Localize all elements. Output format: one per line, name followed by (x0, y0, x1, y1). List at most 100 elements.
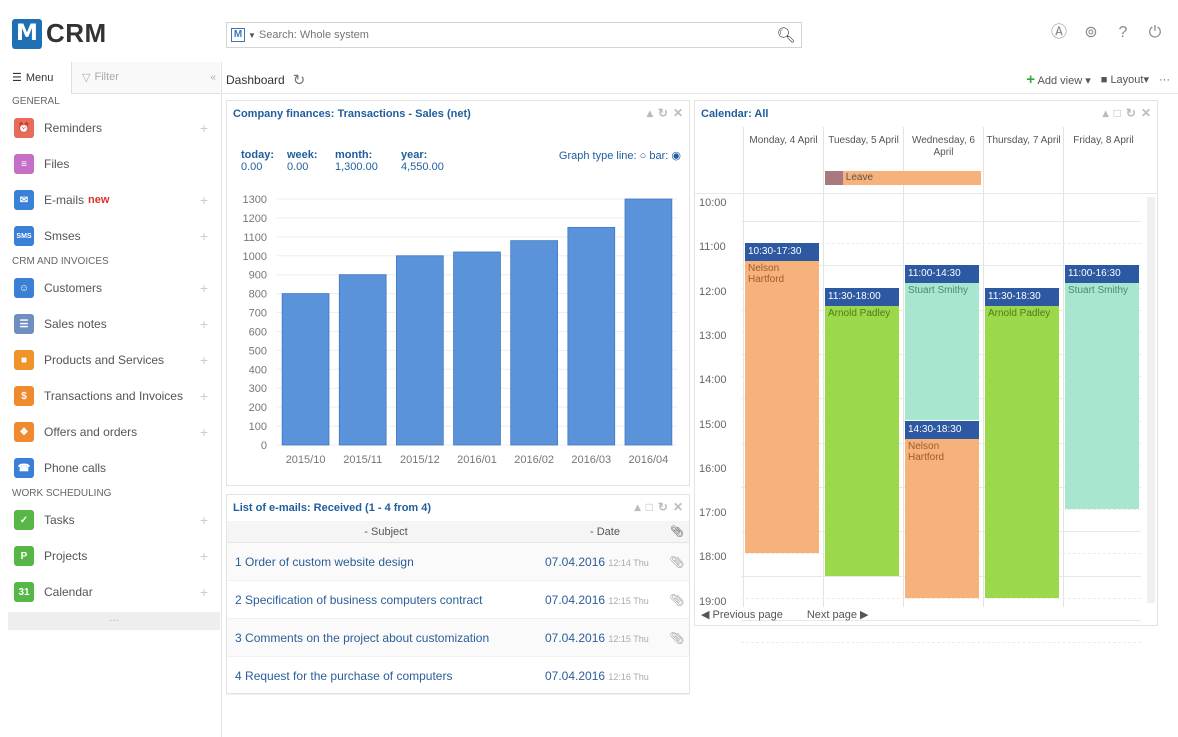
layout-button[interactable]: ■ Layout▾ (1101, 73, 1149, 86)
add-icon[interactable]: + (200, 316, 208, 332)
add-icon[interactable]: + (200, 512, 208, 528)
user-circle-icon[interactable]: Ⓐ (1050, 24, 1068, 42)
add-icon[interactable]: + (200, 120, 208, 136)
bar[interactable] (624, 198, 673, 446)
help-icon[interactable]: ? (1114, 24, 1132, 42)
power-icon[interactable]: ⏻ (1146, 24, 1164, 42)
sidebar-item-customers[interactable]: ☺ Customers + (8, 270, 220, 306)
day-header[interactable]: Thursday, 7 April (983, 127, 1063, 193)
email-row[interactable]: 2 Specification of business computers co… (227, 581, 689, 619)
bar[interactable] (510, 240, 558, 446)
calendar-event[interactable]: 11:00-14:30 Stuart Smithy (905, 265, 979, 421)
sidebar-item-transactions-and-invoices[interactable]: $ Transactions and Invoices + (8, 378, 220, 414)
bar[interactable] (338, 274, 387, 446)
calendar-event[interactable]: 11:30-18:30 Arnold Padley (985, 287, 1059, 598)
settings-circle-icon[interactable]: ⊚ (1082, 24, 1100, 42)
sidebar-item-sales-notes[interactable]: ☰ Sales notes + (8, 306, 220, 342)
email-row[interactable]: 4 Request for the purchase of computers 0… (227, 657, 689, 695)
search-input[interactable] (258, 29, 771, 41)
sidebar-item-calendar[interactable]: 31 Calendar + (8, 574, 220, 610)
chevron-down-icon[interactable]: ▼ (248, 31, 256, 40)
y-tick-label: 700 (249, 308, 267, 320)
calendar-event[interactable]: 10:30-17:30 Nelson Hartford (745, 243, 819, 554)
menu-tab[interactable]: ☰ Menu (8, 61, 72, 94)
search-scope-icon[interactable]: M (231, 28, 245, 42)
email-time: 12:15 Thu (608, 633, 649, 644)
sidebar-item-reminders[interactable]: ⏰ Reminders + (8, 110, 220, 146)
sidebar-item-tasks[interactable]: ✓ Tasks + (8, 502, 220, 538)
calendar-event[interactable]: 11:30-18:00 Arnold Padley (825, 287, 899, 576)
y-tick-label: 0 (261, 440, 267, 452)
close-icon[interactable]: ✕ (1141, 106, 1151, 120)
y-tick-label: 200 (249, 402, 267, 414)
sidebar-item-projects[interactable]: P Projects + (8, 538, 220, 574)
col-subject[interactable]: - Subject (227, 526, 545, 538)
paperclip-icon[interactable]: 📎︎ (665, 555, 689, 569)
sidebar-item-label: Projects (44, 549, 88, 563)
bar[interactable] (396, 255, 444, 446)
calendar-event[interactable]: 14:30-18:30 Nelson Hartford (905, 420, 979, 598)
radio-bar[interactable]: ◉ (671, 150, 681, 162)
radio-line[interactable]: ○ (640, 150, 647, 162)
day-header[interactable]: Friday, 8 April (1063, 127, 1143, 193)
collapse-icon[interactable]: « (210, 72, 216, 83)
calendar-scrollbar[interactable] (1147, 197, 1155, 603)
add-icon[interactable]: + (200, 548, 208, 564)
col-date[interactable]: - Date (545, 526, 665, 538)
maximize-icon[interactable]: □ (1114, 106, 1121, 120)
logo[interactable]: M CRM (12, 18, 107, 49)
sidebar-item-products-and-services[interactable]: ■ Products and Services + (8, 342, 220, 378)
refresh-icon[interactable]: ↻ (658, 106, 668, 120)
sidebar-item-label: E-mails (44, 193, 85, 207)
day-header[interactable]: Monday, 4 April (743, 127, 823, 193)
paperclip-icon[interactable]: 📎︎ (665, 593, 689, 607)
chevron-up-icon[interactable]: ▴ (635, 500, 641, 514)
search-icon[interactable]: 🔍︎ (771, 26, 801, 44)
email-date-text: 07.04.2016 (545, 554, 606, 569)
email-subject[interactable]: 3 Comments on the project about customiz… (227, 631, 545, 645)
chevron-up-icon[interactable]: ▴ (1103, 106, 1109, 120)
add-icon[interactable]: + (200, 228, 208, 244)
email-row[interactable]: 1 Order of custom website design 07.04.20… (227, 543, 689, 581)
refresh-icon[interactable]: ↻ (1126, 106, 1136, 120)
add-icon[interactable]: + (200, 280, 208, 296)
paperclip-icon[interactable]: 📎︎ (665, 631, 689, 645)
next-page-link[interactable]: Next page ▶ (807, 608, 869, 621)
close-icon[interactable]: ✕ (673, 106, 683, 120)
logo-text: CRM (46, 18, 107, 48)
sidebar-item-e-mails[interactable]: ✉ E-mails new + (8, 182, 220, 218)
email-date-text: 07.04.2016 (545, 630, 606, 645)
calendar-event[interactable]: 11:00-16:30 Stuart Smithy (1065, 265, 1139, 510)
leave-event[interactable]: Leave (825, 171, 981, 185)
email-date: 07.04.2016 12:14 Thu (545, 555, 665, 569)
add-icon[interactable]: + (200, 388, 208, 404)
sidebar-item-smses[interactable]: SMS Smses + (8, 218, 220, 254)
sidebar-footer[interactable]: … (8, 612, 220, 630)
email-subject[interactable]: 1 Order of custom website design (227, 555, 545, 569)
email-row[interactable]: 3 Comments on the project about customiz… (227, 619, 689, 657)
refresh-icon[interactable]: ↻ (658, 500, 668, 514)
add-icon[interactable]: + (200, 352, 208, 368)
stat-label: today: (241, 149, 274, 161)
maximize-icon[interactable]: □ (646, 500, 653, 514)
bar[interactable] (281, 293, 330, 446)
sidebar-item-phone-calls[interactable]: ☎ Phone calls (8, 450, 220, 486)
close-icon[interactable]: ✕ (673, 500, 683, 514)
sidebar-item-files[interactable]: ≡ Files (8, 146, 220, 182)
sidebar-item-offers-and-orders[interactable]: ❖ Offers and orders + (8, 414, 220, 450)
add-icon[interactable]: + (200, 192, 208, 208)
add-view-button[interactable]: + Add view ▾ (1026, 71, 1090, 88)
hour-label: 14:00 (699, 374, 727, 387)
add-icon[interactable]: + (200, 424, 208, 440)
refresh-icon[interactable]: ↻ (293, 71, 306, 89)
bar[interactable] (567, 226, 616, 446)
email-subject[interactable]: 4 Request for the purchase of computers (227, 669, 545, 683)
chevron-up-icon[interactable]: ▴ (647, 106, 653, 120)
previous-page-link[interactable]: ◀ Previous page (701, 608, 783, 621)
bar[interactable] (453, 251, 501, 446)
add-icon[interactable]: + (200, 584, 208, 600)
leave-label: Leave (845, 172, 874, 183)
email-subject[interactable]: 2 Specification of business computers co… (227, 593, 545, 607)
filter-tab[interactable]: ▽ Filter (72, 71, 119, 84)
more-icon[interactable]: ··· (1159, 74, 1170, 86)
